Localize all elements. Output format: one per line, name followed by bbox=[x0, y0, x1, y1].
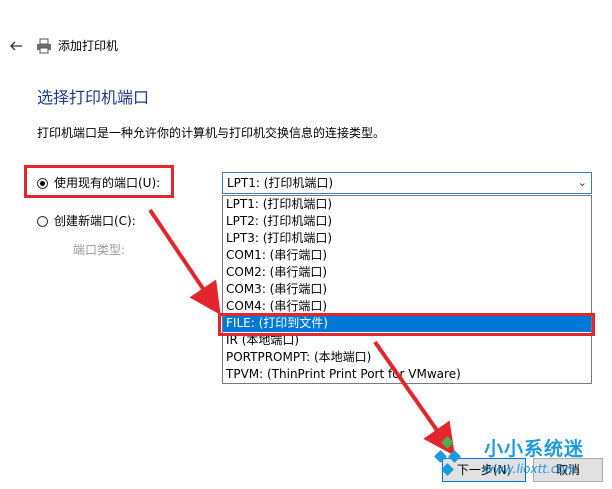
page-heading: 选择打印机端口 bbox=[37, 88, 150, 107]
annotation-arrow bbox=[148, 208, 221, 315]
existing-port-select-value: LPT1: (打印机端口) bbox=[227, 176, 334, 190]
dropdown-option[interactable]: LPT2: (打印机端口) bbox=[223, 213, 591, 230]
dropdown-option[interactable]: TPVM: (ThinPrint Print Port for VMware) bbox=[223, 366, 591, 383]
port-type-label: 端口类型: bbox=[73, 243, 126, 257]
dropdown-option[interactable]: LPT1: (打印机端口) bbox=[223, 196, 591, 213]
window-title: 添加打印机 bbox=[58, 39, 119, 53]
dropdown-option[interactable]: PORTPROMPT: (本地端口) bbox=[223, 349, 591, 366]
annotation-highlight-box bbox=[218, 313, 595, 336]
back-arrow-icon[interactable] bbox=[8, 38, 24, 54]
create-new-port-radio[interactable]: 创建新端口(C): bbox=[37, 213, 136, 229]
create-new-port-label: 创建新端口(C): bbox=[54, 214, 136, 228]
watermark-logo-icon bbox=[434, 436, 461, 476]
watermark-text: 小小系统迷 bbox=[484, 438, 585, 460]
chevron-down-icon[interactable]: ⌄ bbox=[578, 173, 587, 193]
annotation-highlight-box bbox=[24, 165, 174, 198]
port-dropdown-list[interactable]: LPT1: (打印机端口) LPT2: (打印机端口) LPT3: (打印机端口… bbox=[222, 195, 592, 384]
dropdown-option[interactable]: LPT3: (打印机端口) bbox=[223, 230, 591, 247]
dropdown-option[interactable]: COM2: (串行端口) bbox=[223, 264, 591, 281]
radio-unchecked-icon[interactable] bbox=[37, 215, 48, 227]
printer-icon bbox=[37, 38, 51, 54]
watermark-url: www.lioxtt.com bbox=[484, 462, 577, 476]
page-description: 打印机端口是一种允许你的计算机与打印机交换信息的连接类型。 bbox=[37, 126, 386, 140]
dropdown-option[interactable]: COM3: (串行端口) bbox=[223, 281, 591, 298]
existing-port-select[interactable]: LPT1: (打印机端口) ⌄ bbox=[222, 172, 592, 194]
dropdown-option[interactable]: COM1: (串行端口) bbox=[223, 247, 591, 264]
